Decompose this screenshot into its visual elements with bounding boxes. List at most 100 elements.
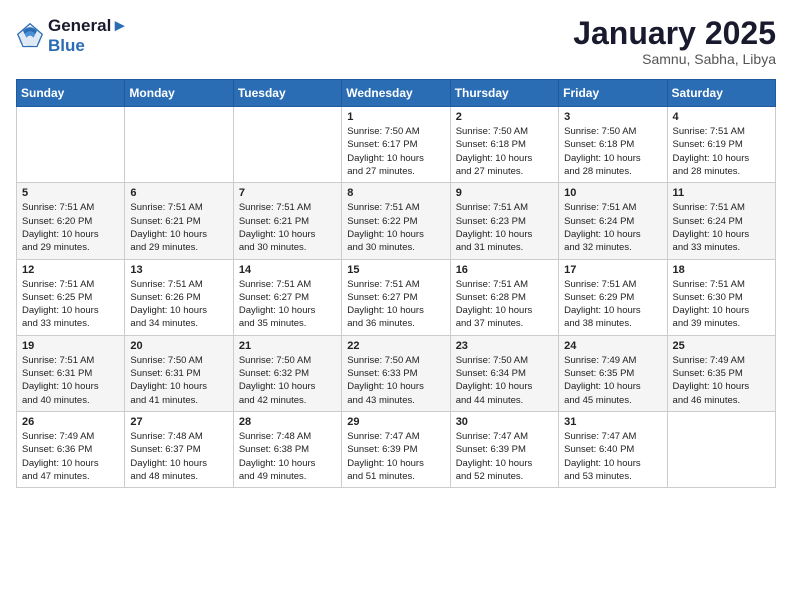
cell-content: Sunrise: 7:51 AMSunset: 6:20 PMDaylight:… bbox=[22, 201, 119, 254]
calendar-cell: 10Sunrise: 7:51 AMSunset: 6:24 PMDayligh… bbox=[559, 183, 667, 259]
cell-content: Sunrise: 7:51 AMSunset: 6:24 PMDaylight:… bbox=[673, 201, 770, 254]
cell-content: Sunrise: 7:47 AMSunset: 6:39 PMDaylight:… bbox=[347, 430, 444, 483]
day-number: 7 bbox=[239, 187, 336, 199]
cell-content: Sunrise: 7:48 AMSunset: 6:37 PMDaylight:… bbox=[130, 430, 227, 483]
title-area: January 2025 Samnu, Sabha, Libya bbox=[573, 16, 776, 67]
calendar-week-row: 1 Sunrise: 7:50 AMSunset: 6:17 PMDaylight… bbox=[17, 107, 776, 183]
day-number: 4 bbox=[673, 111, 770, 123]
day-number: 9 bbox=[456, 187, 553, 199]
cell-content: Sunrise: 7:49 AMSunset: 6:35 PMDaylight:… bbox=[673, 354, 770, 407]
calendar-cell: 15 Sunrise: 7:51 AMSunset: 6:27 PMDayligh… bbox=[342, 259, 450, 335]
day-number: 1 bbox=[347, 111, 444, 123]
calendar-cell: 27 Sunrise: 7:48 AMSunset: 6:37 PMDayligh… bbox=[125, 411, 233, 487]
day-number: 20 bbox=[130, 340, 227, 352]
day-number: 15 bbox=[347, 264, 444, 276]
calendar-cell: 25 Sunrise: 7:49 AMSunset: 6:35 PMDayligh… bbox=[667, 335, 775, 411]
location-subtitle: Samnu, Sabha, Libya bbox=[573, 51, 776, 67]
day-number: 6 bbox=[130, 187, 227, 199]
cell-content: Sunrise: 7:51 AMSunset: 6:26 PMDaylight:… bbox=[130, 278, 227, 331]
day-number: 18 bbox=[673, 264, 770, 276]
calendar-cell: 12 Sunrise: 7:51 AMSunset: 6:25 PMDayligh… bbox=[17, 259, 125, 335]
day-number: 27 bbox=[130, 416, 227, 428]
day-number: 5 bbox=[22, 187, 119, 199]
cell-content: Sunrise: 7:51 AMSunset: 6:21 PMDaylight:… bbox=[130, 201, 227, 254]
calendar-cell: 11 Sunrise: 7:51 AMSunset: 6:24 PMDayligh… bbox=[667, 183, 775, 259]
cell-content: Sunrise: 7:51 AMSunset: 6:30 PMDaylight:… bbox=[673, 278, 770, 331]
calendar-day-header: Monday bbox=[125, 80, 233, 107]
day-number: 16 bbox=[456, 264, 553, 276]
day-number: 30 bbox=[456, 416, 553, 428]
cell-content: Sunrise: 7:50 AMSunset: 6:17 PMDaylight:… bbox=[347, 125, 444, 178]
cell-content: Sunrise: 7:51 AMSunset: 6:31 PMDaylight:… bbox=[22, 354, 119, 407]
calendar-day-header: Thursday bbox=[450, 80, 558, 107]
day-number: 21 bbox=[239, 340, 336, 352]
calendar-cell: 17 Sunrise: 7:51 AMSunset: 6:29 PMDayligh… bbox=[559, 259, 667, 335]
day-number: 25 bbox=[673, 340, 770, 352]
day-number: 2 bbox=[456, 111, 553, 123]
day-number: 24 bbox=[564, 340, 661, 352]
day-number: 11 bbox=[673, 187, 770, 199]
calendar-table: SundayMondayTuesdayWednesdayThursdayFrid… bbox=[16, 79, 776, 488]
calendar-day-header: Tuesday bbox=[233, 80, 341, 107]
calendar-cell: 5 Sunrise: 7:51 AMSunset: 6:20 PMDaylight… bbox=[17, 183, 125, 259]
calendar-cell: 28 Sunrise: 7:48 AMSunset: 6:38 PMDayligh… bbox=[233, 411, 341, 487]
calendar-cell: 2 Sunrise: 7:50 AMSunset: 6:18 PMDaylight… bbox=[450, 107, 558, 183]
cell-content: Sunrise: 7:48 AMSunset: 6:38 PMDaylight:… bbox=[239, 430, 336, 483]
cell-content: Sunrise: 7:51 AMSunset: 6:28 PMDaylight:… bbox=[456, 278, 553, 331]
calendar-cell: 3 Sunrise: 7:50 AMSunset: 6:18 PMDaylight… bbox=[559, 107, 667, 183]
calendar-cell: 21 Sunrise: 7:50 AMSunset: 6:32 PMDayligh… bbox=[233, 335, 341, 411]
calendar-cell: 20Sunrise: 7:50 AMSunset: 6:31 PMDayligh… bbox=[125, 335, 233, 411]
calendar-week-row: 26 Sunrise: 7:49 AMSunset: 6:36 PMDayligh… bbox=[17, 411, 776, 487]
cell-content: Sunrise: 7:51 AMSunset: 6:27 PMDaylight:… bbox=[239, 278, 336, 331]
calendar-cell: 9Sunrise: 7:51 AMSunset: 6:23 PMDaylight… bbox=[450, 183, 558, 259]
cell-content: Sunrise: 7:47 AMSunset: 6:39 PMDaylight:… bbox=[456, 430, 553, 483]
calendar-cell bbox=[125, 107, 233, 183]
day-number: 17 bbox=[564, 264, 661, 276]
day-number: 8 bbox=[347, 187, 444, 199]
calendar-cell: 1 Sunrise: 7:50 AMSunset: 6:17 PMDaylight… bbox=[342, 107, 450, 183]
day-number: 12 bbox=[22, 264, 119, 276]
day-number: 14 bbox=[239, 264, 336, 276]
calendar-day-header: Wednesday bbox=[342, 80, 450, 107]
cell-content: Sunrise: 7:50 AMSunset: 6:33 PMDaylight:… bbox=[347, 354, 444, 407]
day-number: 22 bbox=[347, 340, 444, 352]
cell-content: Sunrise: 7:51 AMSunset: 6:25 PMDaylight:… bbox=[22, 278, 119, 331]
calendar-cell: 7Sunrise: 7:51 AMSunset: 6:21 PMDaylight… bbox=[233, 183, 341, 259]
page-header: General► Blue January 2025 Samnu, Sabha,… bbox=[16, 16, 776, 67]
day-number: 3 bbox=[564, 111, 661, 123]
calendar-cell: 29Sunrise: 7:47 AMSunset: 6:39 PMDayligh… bbox=[342, 411, 450, 487]
cell-content: Sunrise: 7:49 AMSunset: 6:35 PMDaylight:… bbox=[564, 354, 661, 407]
cell-content: Sunrise: 7:50 AMSunset: 6:18 PMDaylight:… bbox=[564, 125, 661, 178]
calendar-day-header: Sunday bbox=[17, 80, 125, 107]
calendar-cell bbox=[233, 107, 341, 183]
day-number: 23 bbox=[456, 340, 553, 352]
cell-content: Sunrise: 7:47 AMSunset: 6:40 PMDaylight:… bbox=[564, 430, 661, 483]
calendar-cell: 31Sunrise: 7:47 AMSunset: 6:40 PMDayligh… bbox=[559, 411, 667, 487]
cell-content: Sunrise: 7:49 AMSunset: 6:36 PMDaylight:… bbox=[22, 430, 119, 483]
calendar-cell: 14 Sunrise: 7:51 AMSunset: 6:27 PMDayligh… bbox=[233, 259, 341, 335]
calendar-cell: 30 Sunrise: 7:47 AMSunset: 6:39 PMDayligh… bbox=[450, 411, 558, 487]
logo-icon bbox=[16, 22, 44, 50]
cell-content: Sunrise: 7:50 AMSunset: 6:18 PMDaylight:… bbox=[456, 125, 553, 178]
logo: General► Blue bbox=[16, 16, 128, 56]
calendar-cell bbox=[667, 411, 775, 487]
calendar-cell: 13Sunrise: 7:51 AMSunset: 6:26 PMDayligh… bbox=[125, 259, 233, 335]
day-number: 28 bbox=[239, 416, 336, 428]
cell-content: Sunrise: 7:50 AMSunset: 6:32 PMDaylight:… bbox=[239, 354, 336, 407]
month-title: January 2025 bbox=[573, 16, 776, 51]
calendar-cell: 19 Sunrise: 7:51 AMSunset: 6:31 PMDayligh… bbox=[17, 335, 125, 411]
cell-content: Sunrise: 7:51 AMSunset: 6:19 PMDaylight:… bbox=[673, 125, 770, 178]
calendar-cell: 18 Sunrise: 7:51 AMSunset: 6:30 PMDayligh… bbox=[667, 259, 775, 335]
calendar-header-row: SundayMondayTuesdayWednesdayThursdayFrid… bbox=[17, 80, 776, 107]
day-number: 10 bbox=[564, 187, 661, 199]
day-number: 19 bbox=[22, 340, 119, 352]
calendar-cell: 24 Sunrise: 7:49 AMSunset: 6:35 PMDayligh… bbox=[559, 335, 667, 411]
cell-content: Sunrise: 7:51 AMSunset: 6:27 PMDaylight:… bbox=[347, 278, 444, 331]
calendar-cell: 23Sunrise: 7:50 AMSunset: 6:34 PMDayligh… bbox=[450, 335, 558, 411]
calendar-week-row: 12 Sunrise: 7:51 AMSunset: 6:25 PMDayligh… bbox=[17, 259, 776, 335]
cell-content: Sunrise: 7:51 AMSunset: 6:22 PMDaylight:… bbox=[347, 201, 444, 254]
logo-text: General► Blue bbox=[48, 16, 128, 56]
cell-content: Sunrise: 7:51 AMSunset: 6:29 PMDaylight:… bbox=[564, 278, 661, 331]
calendar-cell: 26 Sunrise: 7:49 AMSunset: 6:36 PMDayligh… bbox=[17, 411, 125, 487]
day-number: 26 bbox=[22, 416, 119, 428]
